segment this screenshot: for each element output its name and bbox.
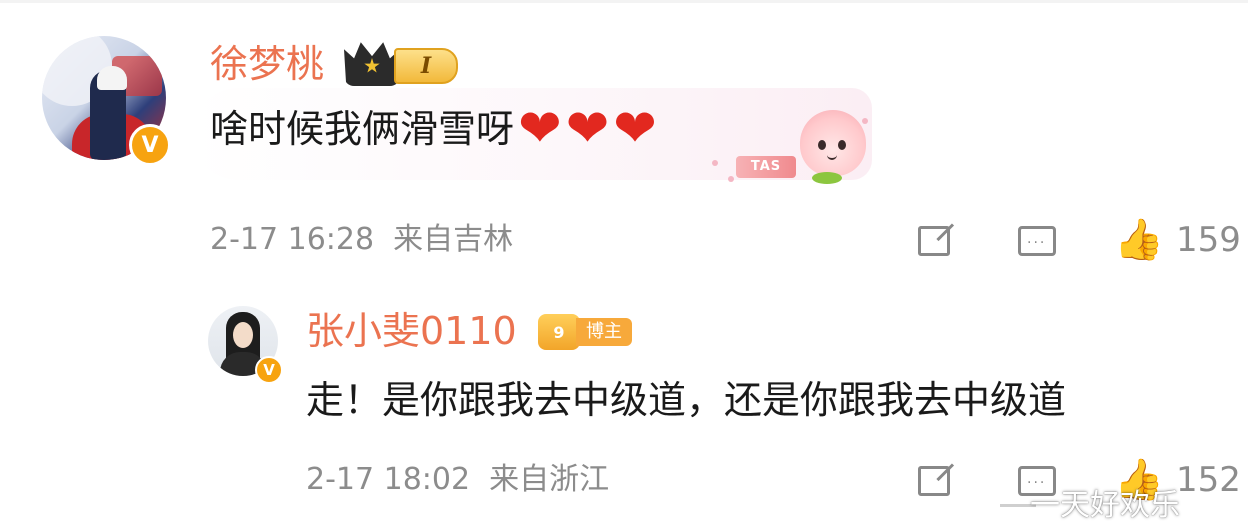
like-icon[interactable]: 👍 bbox=[1114, 218, 1164, 262]
verified-v-icon: V bbox=[129, 124, 171, 166]
blogger-badge-label: 博主 bbox=[576, 318, 632, 346]
share-icon[interactable] bbox=[918, 466, 950, 496]
comment-icon[interactable]: ··· bbox=[1018, 226, 1056, 256]
decor-dot bbox=[862, 118, 868, 124]
comment-text: 啥时候我俩滑雪呀❤❤❤ bbox=[210, 99, 657, 159]
level-badge-label: I bbox=[394, 48, 458, 84]
location: 来自吉林 bbox=[393, 222, 514, 257]
member-level-badge[interactable]: I bbox=[344, 40, 462, 86]
heart-emoji: ❤ bbox=[565, 99, 610, 159]
decor-dot bbox=[728, 176, 734, 182]
heart-emoji: ❤ bbox=[613, 99, 657, 159]
verified-v-icon: V bbox=[255, 356, 283, 384]
share-icon[interactable] bbox=[918, 226, 950, 256]
decor-dot bbox=[712, 160, 718, 166]
timestamp: 2-17 16:28 bbox=[210, 222, 375, 257]
location: 来自浙江 bbox=[489, 462, 610, 497]
comment-text-content: 啥时候我俩滑雪呀 bbox=[210, 107, 515, 151]
reply-username[interactable]: 张小斐0110 bbox=[306, 308, 517, 354]
heart-emoji: ❤ bbox=[518, 99, 562, 159]
top-divider bbox=[0, 0, 1248, 3]
username[interactable]: 徐梦桃 bbox=[210, 42, 324, 86]
watermark: 一天好欢乐 bbox=[1030, 488, 1180, 523]
comment-meta: 2-17 16:28 来自吉林 bbox=[210, 220, 513, 260]
leaf-icon bbox=[812, 172, 842, 184]
like-count: 152 bbox=[1176, 460, 1241, 500]
sticker-tag: TAS bbox=[736, 156, 796, 178]
crown-icon: 9 bbox=[538, 314, 580, 350]
reply-text: 走！是你跟我去中级道，还是你跟我去中级道 bbox=[306, 378, 1067, 422]
peach-sticker-icon bbox=[800, 110, 866, 176]
like-count: 159 bbox=[1176, 220, 1241, 260]
reply-meta: 2-17 18:02 来自浙江 bbox=[306, 460, 609, 500]
timestamp: 2-17 18:02 bbox=[306, 462, 471, 497]
blogger-badge[interactable]: 9 博主 bbox=[538, 314, 632, 350]
